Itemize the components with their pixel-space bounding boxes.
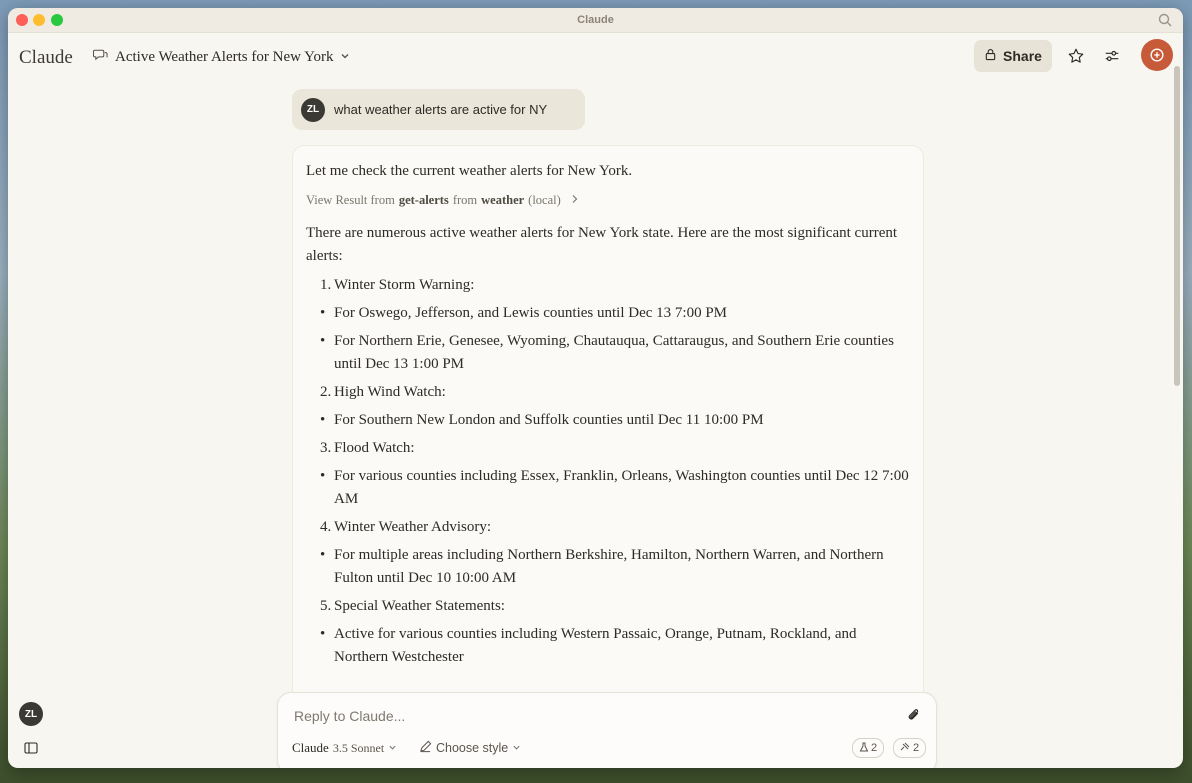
- alert-detail-item: • For various counties including Essex, F…: [320, 465, 910, 511]
- list-marker: •: [320, 468, 326, 484]
- chat-bubbles-icon: [92, 47, 108, 67]
- tool-server: weather: [481, 193, 525, 207]
- chat-header: Claude Active Weather Alerts for New Yor…: [8, 33, 1183, 83]
- alert-heading-item: 1. Winter Storm Warning:: [320, 274, 910, 297]
- list-marker: •: [320, 547, 326, 563]
- integrations-count-pill[interactable]: 2: [893, 738, 927, 758]
- alert-detail-item: • For Northern Erie, Genesee, Wyoming, Ch…: [320, 330, 910, 376]
- alert-detail-item: • For multiple areas including Northern B…: [320, 544, 910, 590]
- chevron-right-icon: [571, 193, 579, 208]
- user-avatar: ZL: [301, 97, 325, 122]
- list-marker: •: [320, 626, 326, 642]
- list-text: Active for various counties including We…: [334, 626, 857, 665]
- list-text: For Northern Erie, Genesee, Wyoming, Cha…: [334, 333, 894, 372]
- integrations-count: 2: [913, 742, 920, 754]
- pen-icon: [419, 740, 432, 756]
- list-text: High Wind Watch:: [334, 384, 446, 400]
- list-marker: •: [320, 305, 326, 321]
- window-title: Claude: [577, 14, 614, 26]
- scrollbar[interactable]: [1174, 66, 1180, 386]
- alert-detail-item: • For Southern New London and Suffolk cou…: [320, 409, 910, 432]
- alert-detail-item: • For Oswego, Jefferson, and Lewis counti…: [320, 302, 910, 325]
- chat-title: Active Weather Alerts for New York: [115, 48, 334, 65]
- list-marker: 2.: [320, 384, 332, 400]
- model-version: 3.5 Sonnet: [332, 740, 385, 755]
- lock-icon: [984, 48, 997, 64]
- new-chat-icon: [1150, 48, 1164, 62]
- list-text: For various counties including Essex, Fr…: [334, 468, 909, 507]
- share-label: Share: [1003, 48, 1042, 64]
- list-marker: 4.: [320, 519, 332, 535]
- list-marker: 3.: [320, 440, 332, 456]
- settings-sliders-icon[interactable]: [1101, 45, 1123, 67]
- star-icon[interactable]: [1065, 45, 1087, 67]
- chat-title-dropdown[interactable]: Active Weather Alerts for New York: [92, 47, 350, 67]
- model-name: Claude: [292, 740, 329, 755]
- alert-heading-item: 5. Special Weather Statements:: [320, 595, 910, 618]
- plug-icon: [900, 742, 911, 755]
- user-message: ZL what weather alerts are active for NY: [292, 89, 585, 130]
- tools-count: 2: [871, 742, 878, 754]
- list-text: Special Weather Statements:: [334, 598, 505, 614]
- tool-name: get-alerts: [398, 193, 449, 207]
- list-marker: •: [320, 412, 326, 428]
- model-selector[interactable]: Claude 3.5 Sonnet: [292, 740, 397, 756]
- tool-result-link[interactable]: View Result from get-alerts from weather…: [306, 193, 910, 208]
- sidebar-toggle-icon[interactable]: [24, 741, 38, 759]
- list-text: Winter Storm Warning:: [334, 277, 475, 293]
- tool-middle: from: [452, 193, 478, 207]
- user-message-text: what weather alerts are active for NY: [334, 102, 548, 117]
- list-text: For Southern New London and Suffolk coun…: [334, 412, 764, 428]
- alert-heading-item: 3. Flood Watch:: [320, 437, 910, 460]
- chevron-down-icon: [340, 48, 350, 66]
- list-marker: 1.: [320, 277, 332, 293]
- assistant-message: Let me check the current weather alerts …: [292, 145, 924, 707]
- style-label: Choose style: [436, 741, 509, 755]
- reply-input[interactable]: [292, 707, 876, 725]
- chevron-down-icon: [512, 741, 521, 755]
- alert-heading-item: 2. High Wind Watch:: [320, 381, 910, 404]
- paperclip-icon[interactable]: [906, 707, 922, 728]
- beaker-icon: [859, 742, 869, 755]
- assistant-intro: Let me check the current weather alerts …: [306, 163, 633, 179]
- tools-count-pill[interactable]: 2: [852, 738, 885, 758]
- list-text: Winter Weather Advisory:: [334, 519, 492, 535]
- share-button[interactable]: Share: [974, 40, 1052, 72]
- app-window: Claude Claude Active Weather Alerts for …: [8, 8, 1183, 768]
- list-marker: 5.: [320, 598, 332, 614]
- profile-avatar[interactable]: ZL: [19, 702, 43, 726]
- brand-logo[interactable]: Claude: [19, 47, 73, 69]
- list-text: Flood Watch:: [334, 440, 415, 456]
- alert-heading-item: 4. Winter Weather Advisory:: [320, 516, 910, 539]
- search-icon[interactable]: [1157, 12, 1173, 28]
- title-bar: Claude: [8, 8, 1183, 33]
- chevron-down-icon: [388, 740, 397, 756]
- list-text: For multiple areas including Northern Be…: [334, 547, 884, 586]
- alert-detail-item: • Active for various counties including W…: [320, 623, 910, 669]
- assistant-summary: There are numerous active weather alerts…: [306, 225, 898, 264]
- style-selector[interactable]: Choose style: [419, 740, 521, 756]
- new-chat-button[interactable]: [1141, 39, 1173, 71]
- list-text: For Oswego, Jefferson, and Lewis countie…: [334, 305, 728, 321]
- tool-prefix: View Result from: [306, 193, 395, 207]
- composer: Claude 3.5 Sonnet Choose style 2: [277, 692, 937, 768]
- alert-list: 1. Winter Storm Warning: • For Oswego, Jeff…: [306, 274, 910, 669]
- tool-suffix: (local): [528, 193, 561, 207]
- list-marker: •: [320, 333, 326, 349]
